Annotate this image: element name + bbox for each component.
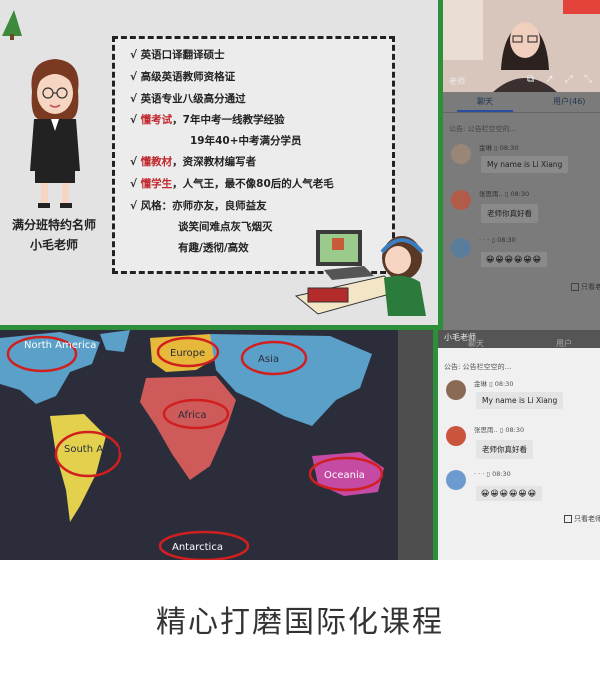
map-label-africa: Africa — [178, 410, 207, 421]
avatar — [446, 426, 466, 446]
message-meta: 金琳 ▯ 08:30 — [474, 380, 514, 388]
map-label-north-america: North America — [24, 340, 96, 351]
credential-line: √ 高级英语教师资格证 — [130, 71, 236, 83]
credential-line: √ 英语专业八级高分通过 — [130, 93, 246, 105]
credential-line: 有趣/透彻/高效 — [178, 242, 249, 254]
credential-line: √ 懂学生，人气王，最不像80后的人气老毛 — [130, 178, 334, 190]
teacher-name: 小毛老师 — [29, 238, 78, 252]
map-label-asia: Asia — [258, 354, 279, 365]
chat-panel-2: 小毛老师 聊天 用户 公告: 公告栏空空的... 金琳 ▯ 08:30 My n… — [433, 330, 600, 560]
chat-notice: 公告: 公告栏空空的... — [449, 125, 517, 133]
avatar — [446, 380, 466, 400]
chat-message: My name is Li Xiang — [476, 392, 564, 409]
credential-line: 谈笑间难点灰飞烟灭 — [178, 221, 273, 233]
only-teacher-checkbox[interactable]: 只看老师 — [564, 514, 600, 524]
map-label-oceania: Oceania — [324, 470, 365, 481]
student-illustration — [294, 230, 426, 316]
message-meta: 张思雨.. ▯ 08:30 — [474, 426, 525, 434]
caption-area: 精心打磨国际化课程 — [0, 560, 600, 700]
teacher-illustration — [30, 59, 80, 208]
tree-icon — [2, 10, 22, 40]
caption-title: 精心打磨国际化课程 — [156, 605, 444, 640]
map-label-antarctica: Antarctica — [172, 542, 223, 553]
teacher-title: 满分班特约名师 — [11, 218, 96, 232]
message-meta: · · · ▯ 08:30 — [479, 236, 516, 244]
tab-chat[interactable]: 聊天 — [477, 96, 493, 107]
world-map: North America Europe Asia Africa South A… — [0, 330, 398, 560]
teacher-video[interactable]: 老师 ⧉ ↗ ⤢ ⤡ — [443, 0, 600, 92]
avatar — [451, 144, 471, 164]
avatar — [451, 238, 471, 258]
map-panel: North America Europe Asia Africa South A… — [0, 330, 600, 560]
message-meta: 张思雨.. ▯ 08:30 — [479, 190, 530, 198]
chat-message: 老师你真好看 — [481, 204, 538, 223]
chat-panel: 聊天 用户(46) 公告: 公告栏空空的... 金琳 ▯ 08:30 My na… — [443, 92, 600, 330]
avatar — [451, 190, 471, 210]
only-teacher-checkbox[interactable]: 只看老师 — [571, 282, 600, 292]
emoji-message: 😀😀😀😀😀😀 — [476, 486, 543, 501]
map-label-europe: Europe — [170, 348, 205, 359]
video-controls[interactable]: ⧉ ↗ ⤢ ⤡ — [527, 74, 596, 85]
message-meta: · · · ▯ 08:30 — [474, 470, 511, 478]
chat-message: My name is Li Xiang — [481, 156, 569, 173]
emoji-message: 😀😀😀😀😀😀 — [481, 252, 548, 267]
message-meta: 金琳 ▯ 08:30 — [479, 144, 519, 152]
chat-message: 老师你真好看 — [476, 440, 533, 459]
credential-line: √ 英语口译翻译硕士 — [130, 49, 225, 61]
credential-line: √ 风格：亦师亦友，良师益友 — [130, 200, 267, 212]
tab-chat[interactable]: 聊天 — [468, 338, 484, 349]
credential-line: √ 懂考试，7年中考一线教学经验 — [130, 114, 285, 126]
credential-line: 19年40+中考满分学员 — [190, 135, 302, 147]
chat-header: 小毛老师 聊天 用户 — [438, 330, 600, 348]
slide-panel: 满分班特约名师 小毛老师 √ 英语口译翻译硕士 √ 高级英语教师资格证 √ 英语… — [0, 0, 600, 330]
video-label: 老师 — [449, 77, 465, 86]
map-label-south-america: South America — [64, 444, 138, 455]
course-slide: 满分班特约名师 小毛老师 √ 英语口译翻译硕士 √ 高级英语教师资格证 √ 英语… — [0, 0, 443, 330]
active-tab-indicator — [457, 110, 513, 112]
tab-users[interactable]: 用户(46) — [553, 96, 585, 107]
chat-tabs: 聊天 用户(46) — [443, 92, 600, 113]
chat-notice: 公告: 公告栏空空的... — [444, 363, 512, 371]
tab-users[interactable]: 用户 — [556, 338, 572, 349]
credential-line: √ 懂教材，资深教材编写者 — [130, 156, 257, 168]
avatar — [446, 470, 466, 490]
